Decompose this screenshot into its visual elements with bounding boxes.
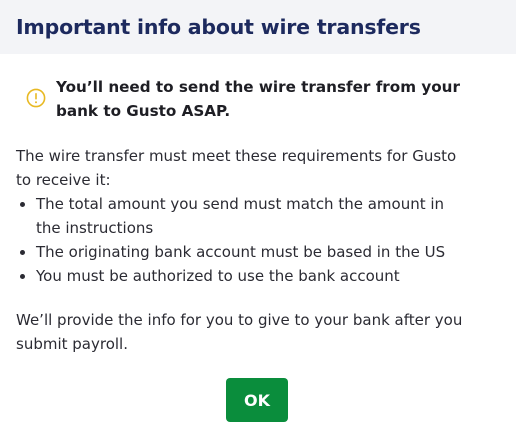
list-item: The originating bank account must be bas… (20, 240, 466, 264)
dialog-title: Important info about wire transfers (16, 14, 421, 39)
wire-transfer-info-dialog: Important info about wire transfers You’… (0, 0, 516, 437)
payroll-info-note: We’ll provide the info for you to give t… (16, 311, 463, 353)
requirements-list: The total amount you send must match the… (16, 192, 500, 288)
warning-alert: You’ll need to send the wire transfer fr… (16, 75, 500, 123)
list-item: The total amount you send must match the… (20, 192, 466, 240)
warning-alert-text: You’ll need to send the wire transfer fr… (56, 78, 460, 120)
dialog-header: Important info about wire transfers (0, 0, 516, 54)
ok-button[interactable]: OK (226, 378, 288, 422)
warning-circle-icon (26, 88, 46, 108)
dialog-body: You’ll need to send the wire transfer fr… (0, 75, 516, 356)
list-item: You must be authorized to use the bank a… (20, 264, 466, 288)
requirements-intro: The wire transfer must meet these requir… (16, 147, 457, 189)
